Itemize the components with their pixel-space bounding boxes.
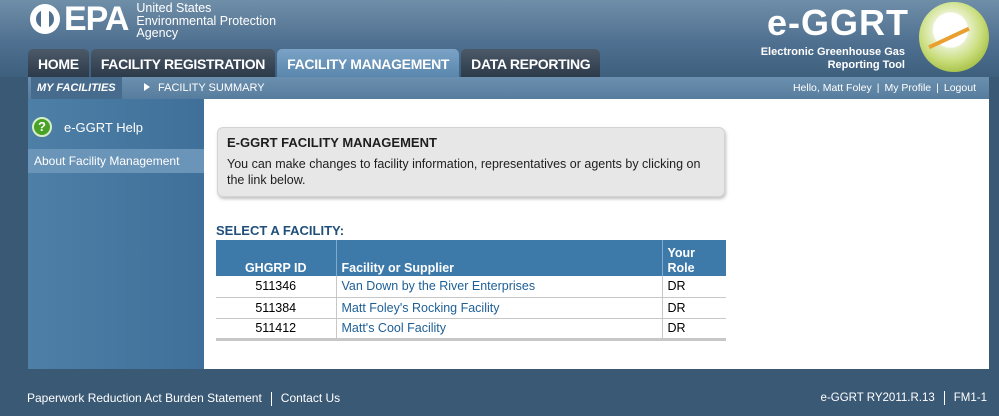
- subnav-facility-summary-label: FACILITY SUMMARY: [158, 82, 265, 94]
- table-row: 511384 Matt Foley's Rocking Facility DR: [216, 297, 726, 319]
- site-header: EPA United States Environmental Protecti…: [0, 0, 999, 77]
- info-box: E-GGRT FACILITY MANAGEMENT You can make …: [217, 127, 725, 197]
- sidebar: ? e-GGRT Help About Facility Management: [28, 99, 204, 369]
- table-row: 511346 Van Down by the River Enterprises…: [216, 276, 726, 298]
- eggrt-subtitle: Electronic Greenhouse Gas Reporting Tool: [761, 46, 905, 72]
- info-box-text: You can make changes to facility informa…: [227, 157, 701, 187]
- facility-id: 511384: [216, 297, 337, 319]
- facility-link[interactable]: Matt Foley's Rocking Facility: [342, 301, 500, 315]
- separator: |: [936, 82, 939, 94]
- page-id: FM1-1: [953, 392, 987, 405]
- facility-role: DR: [662, 276, 726, 298]
- tab-data-reporting[interactable]: DATA REPORTING: [461, 49, 601, 77]
- tab-facility-registration[interactable]: FACILITY REGISTRATION: [90, 49, 276, 77]
- facility-name-cell: Van Down by the River Enterprises: [336, 276, 663, 298]
- tab-facility-management[interactable]: FACILITY MANAGEMENT: [277, 49, 460, 77]
- burden-statement-link[interactable]: Paperwork Reduction Act Burden Statement: [27, 391, 262, 405]
- sidebar-item-about-facility-management[interactable]: About Facility Management: [28, 149, 204, 173]
- help-question-icon: ?: [32, 117, 52, 137]
- egret-bird-icon: [919, 2, 989, 72]
- eggrt-subtitle-line1: Electronic Greenhouse Gas: [760, 46, 905, 58]
- subnav-my-facilities[interactable]: MY FACILITIES: [31, 77, 122, 99]
- agency-name: United States Environmental Protection A…: [136, 2, 276, 40]
- epa-logo-text: EPA: [64, 0, 129, 38]
- facility-link[interactable]: Van Down by the River Enterprises: [342, 279, 536, 293]
- subnav-facility-summary[interactable]: FACILITY SUMMARY: [144, 77, 265, 99]
- facility-link[interactable]: Matt's Cool Facility: [342, 321, 447, 335]
- footer-separator: [943, 391, 945, 405]
- user-greeting: Hello, Matt Foley: [792, 82, 872, 94]
- help-link[interactable]: ? e-GGRT Help: [32, 117, 143, 137]
- sub-navigation: MY FACILITIES FACILITY SUMMARY Hello, Ma…: [28, 77, 989, 99]
- facility-role: DR: [662, 297, 726, 319]
- facility-id: 511346: [216, 276, 337, 298]
- select-facility-heading: SELECT A FACILITY:: [216, 223, 345, 238]
- footer-separator: [270, 391, 272, 406]
- help-label: e-GGRT Help: [64, 119, 143, 135]
- eggrt-subtitle-line2: Reporting Tool: [827, 59, 905, 71]
- eggrt-logo: e-GGRT Electronic Greenhouse Gas Reporti…: [749, 2, 989, 74]
- facility-name-cell: Matt Foley's Rocking Facility: [336, 297, 663, 319]
- facility-table: GHGRP ID Facility or Supplier Your Role …: [216, 240, 726, 341]
- facility-role: DR: [662, 318, 726, 341]
- table-header-row: GHGRP ID Facility or Supplier Your Role: [216, 240, 726, 276]
- logout-link[interactable]: Logout: [944, 82, 976, 94]
- agency-name-line1: United States: [136, 1, 212, 15]
- facility-id: 511412: [216, 318, 337, 341]
- contact-us-link[interactable]: Contact Us: [281, 391, 340, 405]
- column-header-facility: Facility or Supplier: [336, 240, 663, 276]
- eggrt-title: e-GGRT: [766, 2, 909, 43]
- site-footer: Paperwork Reduction Act Burden Statement…: [0, 385, 999, 410]
- separator: |: [876, 82, 880, 94]
- version-label: e-GGRT RY2011.R.13: [820, 392, 935, 405]
- column-header-role: Your Role: [662, 240, 726, 276]
- facility-name-cell: Matt's Cool Facility: [336, 318, 663, 341]
- arrow-right-icon: [144, 83, 150, 92]
- agency-name-line3: Agency: [136, 26, 179, 40]
- my-profile-link[interactable]: My Profile: [884, 82, 931, 94]
- info-box-title: E-GGRT FACILITY MANAGEMENT: [227, 135, 437, 150]
- epa-logo[interactable]: EPA United States Environmental Protecti…: [30, 2, 276, 40]
- footer-links: Paperwork Reduction Act Burden Statement…: [27, 391, 340, 406]
- user-links: Hello, Matt Foley | My Profile | Logout: [793, 77, 976, 99]
- main-content: E-GGRT FACILITY MANAGEMENT You can make …: [204, 99, 989, 369]
- table-row: 511412 Matt's Cool Facility DR: [216, 318, 726, 341]
- footer-version: e-GGRT RY2011.R.13 FM1-1: [821, 391, 987, 405]
- tab-home[interactable]: HOME: [28, 49, 89, 77]
- column-header-ghgrp-id: GHGRP ID: [216, 240, 337, 276]
- epa-seal-icon: [30, 4, 60, 34]
- main-tabs: HOME FACILITY REGISTRATION FACILITY MANA…: [28, 49, 602, 77]
